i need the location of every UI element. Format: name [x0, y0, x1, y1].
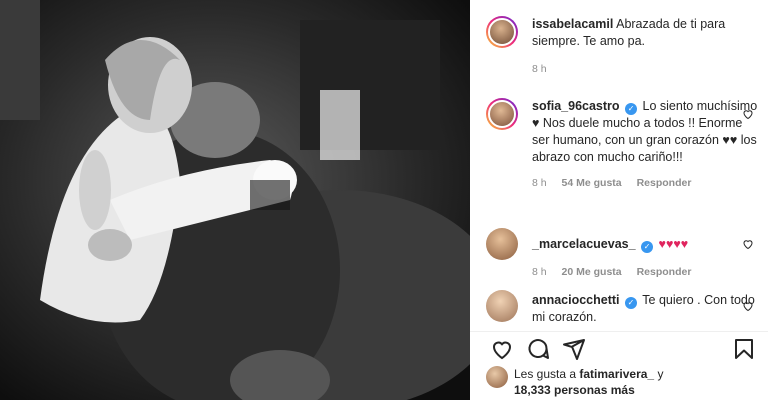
- verified-badge-icon: ✓: [641, 241, 654, 253]
- caption-time[interactable]: 8 h: [532, 63, 547, 75]
- comment-username[interactable]: annaciocchetti: [532, 293, 620, 307]
- small-heart-icon[interactable]: [742, 238, 754, 250]
- comment-icon[interactable]: [526, 337, 550, 361]
- heart-icon[interactable]: [490, 337, 514, 361]
- likes-prefix: Les gusta a: [514, 367, 577, 381]
- comment-item: sofia_96castro ✓ Lo siento muchísimo ♥ N…: [486, 98, 758, 189]
- photo-illustration: [0, 0, 470, 400]
- divider: [470, 331, 768, 332]
- action-bar: [486, 337, 756, 361]
- comment-likes[interactable]: 54 Me gusta: [562, 177, 622, 189]
- bookmark-icon[interactable]: [732, 337, 756, 361]
- comment-username[interactable]: _marcelacuevas_: [532, 237, 636, 251]
- comment-time[interactable]: 8 h: [532, 266, 547, 278]
- comment-item: _marcelacuevas_ ✓ ♥♥♥♥ 8 h 20 Me gusta R…: [486, 228, 758, 278]
- likes-summary: Les gusta a fatimarivera_ y 18,333 perso…: [486, 366, 758, 398]
- avatar[interactable]: [486, 290, 518, 322]
- likes-others[interactable]: 18,333 personas más: [514, 383, 635, 397]
- caption: issabelacamil Abrazada de ti para siempr…: [486, 16, 758, 75]
- reply-button[interactable]: Responder: [637, 266, 692, 278]
- avatar[interactable]: [486, 366, 508, 388]
- comment-username[interactable]: sofia_96castro: [532, 99, 620, 113]
- small-heart-icon[interactable]: [742, 300, 754, 312]
- post-photo[interactable]: [0, 0, 470, 400]
- verified-badge-icon: ✓: [625, 103, 638, 115]
- small-heart-icon[interactable]: [742, 108, 754, 120]
- avatar[interactable]: [486, 228, 518, 260]
- liked-by-user[interactable]: fatimarivera_: [579, 367, 654, 381]
- avatar[interactable]: [486, 16, 518, 48]
- comment-likes[interactable]: 20 Me gusta: [562, 266, 622, 278]
- comments-panel: issabelacamil Abrazada de ti para siempr…: [470, 0, 768, 400]
- comment-text: ♥♥♥♥: [658, 237, 689, 251]
- likes-connector: y: [657, 367, 664, 381]
- comment-time[interactable]: 8 h: [532, 177, 547, 189]
- caption-username[interactable]: issabelacamil: [532, 17, 613, 31]
- reply-button[interactable]: Responder: [637, 177, 692, 189]
- share-icon[interactable]: [562, 337, 586, 361]
- comment-item: annaciocchetti ✓ Te quiero . Con todo mi…: [486, 290, 758, 326]
- verified-badge-icon: ✓: [625, 297, 638, 309]
- avatar[interactable]: [486, 98, 518, 130]
